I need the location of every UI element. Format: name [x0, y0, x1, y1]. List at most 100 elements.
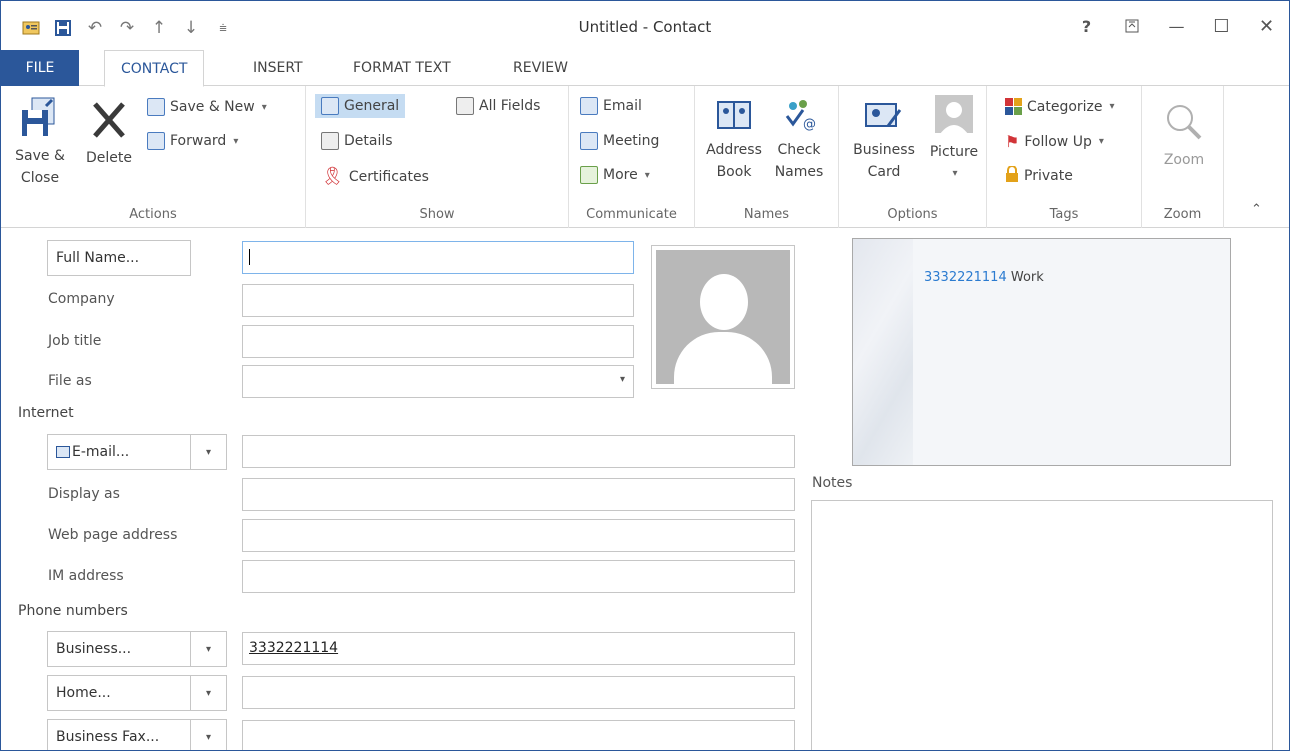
email-type-dropdown[interactable]: ▾: [191, 434, 227, 470]
group-label-show: Show: [419, 207, 455, 222]
check-names-label-1: Check: [777, 142, 821, 158]
categorize-label: Categorize: [1027, 98, 1103, 115]
check-names-icon: @: [785, 100, 816, 132]
email-button[interactable]: Email: [580, 97, 642, 115]
chevron-down-icon: ▾: [952, 168, 958, 179]
address-book-icon: [56, 446, 70, 458]
meeting-icon: [580, 132, 598, 150]
chevron-down-icon: ▾: [261, 101, 267, 113]
email-address-button[interactable]: E-mail...: [47, 434, 191, 470]
business-fax-field[interactable]: [242, 720, 795, 750]
forward-label: Forward: [170, 133, 227, 149]
save-close-button[interactable]: Save & Close: [9, 96, 71, 189]
chevron-down-icon: ▾: [205, 446, 212, 458]
meeting-button[interactable]: Meeting: [580, 132, 659, 150]
home-phone-dropdown[interactable]: ▾: [191, 675, 227, 711]
display-as-label: Display as: [48, 486, 120, 502]
save-close-icon: [22, 97, 55, 136]
forward-button[interactable]: Forward ▾: [147, 132, 238, 150]
im-address-field[interactable]: [242, 560, 795, 593]
maximize-icon[interactable]: ☐: [1199, 11, 1244, 41]
contact-photo[interactable]: [651, 245, 795, 389]
email-icon: [580, 97, 598, 115]
business-card-button[interactable]: Business Card: [849, 98, 919, 183]
business-phone-button[interactable]: Business...: [47, 631, 191, 667]
details-icon: [321, 132, 339, 150]
follow-up-button[interactable]: ⚑ Follow Up ▾: [1005, 132, 1104, 151]
general-icon: [321, 97, 339, 115]
more-icon: [580, 166, 598, 184]
ribbon-display-options-icon[interactable]: [1109, 11, 1154, 41]
zoom-button[interactable]: Zoom: [1152, 102, 1216, 171]
card-decoration: [853, 239, 913, 465]
chevron-down-icon: ▾: [205, 687, 212, 699]
chevron-down-icon: ▾: [205, 731, 212, 743]
delete-button[interactable]: Delete: [81, 100, 137, 169]
group-label-options: Options: [887, 207, 938, 222]
minimize-icon[interactable]: —: [1154, 11, 1199, 41]
business-card-label-1: Business: [853, 142, 915, 158]
company-field[interactable]: [242, 284, 634, 317]
group-label-tags: Tags: [1049, 207, 1079, 222]
save-new-button[interactable]: Save & New ▾: [147, 98, 267, 116]
collapse-ribbon-icon[interactable]: ⌃: [1251, 202, 1262, 217]
tab-format-text[interactable]: FORMAT TEXT: [337, 50, 467, 86]
all-fields-icon: [456, 97, 474, 115]
card-phone-number: 3332221114: [924, 270, 1007, 285]
notes-field[interactable]: [811, 500, 1273, 750]
business-fax-dropdown[interactable]: ▾: [191, 719, 227, 750]
company-label: Company: [48, 291, 115, 307]
picture-button[interactable]: Picture ▾: [923, 94, 985, 185]
business-card-preview[interactable]: 3332221114 Work: [852, 238, 1231, 466]
certificates-button[interactable]: 🎗 Certificates: [321, 166, 429, 187]
chevron-down-icon: ▾: [619, 374, 625, 385]
more-button[interactable]: More ▾: [580, 166, 650, 184]
tab-review[interactable]: REVIEW: [497, 50, 584, 86]
private-label: Private: [1024, 168, 1073, 184]
details-button[interactable]: Details: [321, 132, 393, 150]
business-card-label-2: Card: [867, 164, 901, 180]
more-label: More: [603, 167, 638, 183]
group-communicate: Email Meeting More ▾ Communicate: [569, 86, 695, 228]
home-phone-button[interactable]: Home...: [47, 675, 191, 711]
tab-contact[interactable]: CONTACT: [104, 50, 205, 87]
job-title-field[interactable]: [242, 325, 634, 358]
check-names-button[interactable]: @ Check Names: [767, 98, 831, 183]
check-names-label-2: Names: [774, 164, 824, 180]
email-field[interactable]: [242, 435, 795, 468]
address-book-button[interactable]: Address Book: [701, 98, 767, 183]
card-phone-type: Work: [1010, 270, 1044, 285]
group-options: Business Card Picture ▾ Options: [839, 86, 987, 228]
business-phone-dropdown[interactable]: ▾: [191, 631, 227, 667]
file-as-label: File as: [48, 373, 92, 389]
save-new-label: Save & New: [170, 99, 255, 115]
full-name-button[interactable]: Full Name...: [47, 240, 191, 276]
tab-insert[interactable]: INSERT: [237, 50, 319, 86]
general-button[interactable]: General: [315, 94, 406, 118]
group-label-actions: Actions: [129, 207, 177, 222]
web-page-field[interactable]: [242, 519, 795, 552]
file-as-select[interactable]: ▾: [242, 365, 634, 398]
im-address-label: IM address: [48, 568, 124, 584]
picture-icon: [935, 95, 973, 134]
help-icon[interactable]: ?: [1064, 11, 1109, 41]
categorize-button[interactable]: Categorize ▾: [1005, 98, 1115, 115]
chevron-down-icon: ▾: [233, 135, 239, 147]
full-name-field[interactable]: [242, 241, 634, 274]
save-close-label: Save &: [15, 148, 65, 164]
display-as-field[interactable]: [242, 478, 795, 511]
chevron-down-icon: ▾: [1109, 101, 1115, 112]
delete-icon: [93, 102, 125, 138]
certificate-icon: 🎗: [321, 166, 344, 187]
business-fax-button[interactable]: Business Fax...: [47, 719, 191, 750]
business-phone-field[interactable]: 3332221114: [242, 632, 795, 665]
tab-file[interactable]: FILE: [1, 50, 79, 86]
save-new-icon: [147, 98, 165, 116]
private-button[interactable]: Private: [1005, 165, 1073, 186]
all-fields-button[interactable]: All Fields: [456, 97, 540, 115]
zoom-label: Zoom: [1163, 152, 1205, 168]
close-icon[interactable]: ✕: [1244, 11, 1289, 41]
group-show: General All Fields Details 🎗 Certificate…: [306, 86, 569, 228]
categorize-icon: [1005, 98, 1022, 115]
home-phone-field[interactable]: [242, 676, 795, 709]
